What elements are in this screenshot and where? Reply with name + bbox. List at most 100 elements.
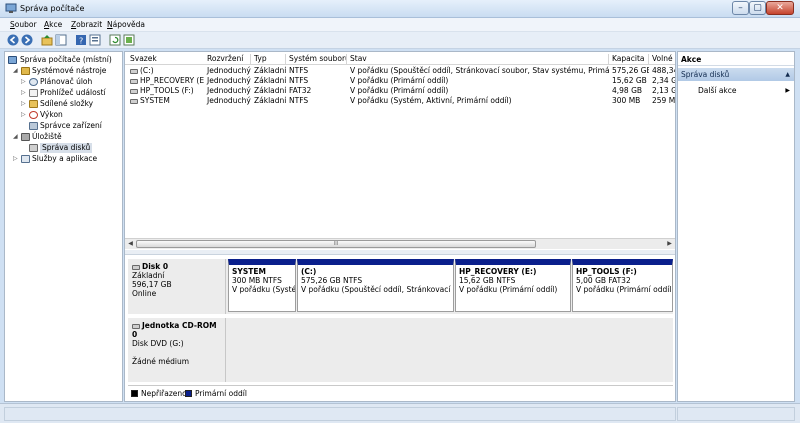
tree-label: Služby a aplikace [32,154,98,163]
menu-help[interactable]: Nápověda [107,20,145,29]
column-header-capacity[interactable]: Kapacita [609,54,649,64]
up-folder-icon[interactable] [41,34,53,46]
file-system-cell: NTFS [289,96,309,105]
menu-bar: Soubor Akce Zobrazit Nápověda [0,18,800,32]
actions-pane: Akce Správa disků ▲ Další akce ▶ [677,51,795,402]
layout-cell: Jednoduchý [207,76,251,85]
forward-arrow-icon[interactable] [21,34,33,46]
help-icon[interactable]: ? [75,34,87,46]
submenu-arrow-icon: ▶ [785,87,790,94]
collapse-up-icon[interactable]: ▲ [785,68,790,81]
expand-icon[interactable]: ▷ [21,88,27,98]
computer-management-icon [5,3,17,13]
free-space-cell: 2,13 GE [652,86,675,95]
volume-name: HP_RECOVERY (E:) [140,76,205,85]
partition-size: 5,00 GB FAT32 [576,276,631,285]
computer-management-icon [8,56,17,64]
scroll-thumb[interactable]: III [136,240,536,248]
drive-icon [130,68,138,74]
pane-splitter[interactable] [125,250,675,255]
partition-hp-tools[interactable]: HP_TOOLS (F:) 5,00 GB FAT32 V pořádku (P… [572,259,673,312]
volume-name: HP_TOOLS (F:) [140,86,194,95]
type-cell: Základní [254,76,286,85]
table-row[interactable]: HP_RECOVERY (E:) Jednoduchý Základní NTF… [125,76,675,86]
column-header-free-space[interactable]: Volné m [649,54,675,64]
disk-management-pane: Svazek Rozvržení Typ Systém souborů Stav… [124,51,676,402]
disk-size: 596,17 GB [132,280,172,289]
back-arrow-icon[interactable] [7,34,19,46]
menu-view[interactable]: Zobrazit [71,20,102,29]
disk-name: Jednotka CD-ROM 0 [132,321,217,339]
status-cell: V pořádku (Primární oddíl) [350,86,449,95]
cdrom-info[interactable]: Jednotka CD-ROM 0 Disk DVD (G:) Žádné mé… [128,318,226,382]
actions-section-disk-management[interactable]: Správa disků ▲ [678,68,794,81]
expand-icon[interactable]: ▷ [21,77,27,87]
show-tree-icon[interactable] [55,34,67,46]
scroll-left-icon[interactable]: ◀ [126,240,135,248]
expand-icon[interactable]: ▷ [13,154,19,164]
drive-icon [130,78,138,84]
capacity-cell: 4,98 GB [612,86,643,95]
shared-folder-icon [29,100,38,108]
scroll-right-icon[interactable]: ▶ [665,240,674,248]
collapse-icon[interactable]: ◢ [13,66,19,76]
partition-system[interactable]: SYSTEM 300 MB NTFS V pořádku (Systém [228,259,296,312]
column-header-file-system[interactable]: Systém souborů [286,54,347,64]
volume-cell: SYSTEM [127,96,205,106]
primary-swatch [185,390,192,397]
file-system-cell: NTFS [289,66,309,75]
table-row[interactable]: HP_TOOLS (F:) Jednoduchý Základní FAT32 … [125,86,675,96]
legend: Nepřiřazeno Primární oddíl [128,385,673,399]
horizontal-scrollbar[interactable]: ◀ III ▶ [125,238,675,249]
volume-cell: (C:) [127,66,205,76]
tools-icon [21,67,30,75]
disk-name: Disk 0 [142,262,169,271]
status-cell: V pořádku (Primární oddíl) [350,76,449,85]
refresh-icon[interactable] [109,34,121,46]
table-row[interactable]: SYSTEM Jednoduchý Základní NTFS V pořádk… [125,96,675,106]
menu-action[interactable]: Akce [44,20,62,29]
more-actions[interactable]: Další akce ▶ [696,84,794,97]
tree-label: Správa disků [40,143,93,153]
table-row[interactable]: (C:) Jednoduchý Základní NTFS V pořádku … [125,66,675,76]
navigation-tree: Správa počítače (místní) ◢ Systémové nás… [4,51,123,402]
tree-label: Správce zařízení [40,121,102,130]
partition-size: 300 MB NTFS [232,276,282,285]
partition-c[interactable]: (C:) 575,26 GB NTFS V pořádku (Spouštěcí… [297,259,454,312]
expand-icon[interactable]: ▷ [21,99,27,109]
export-icon[interactable] [123,34,135,46]
close-button[interactable]: ✕ [766,1,794,15]
column-header-layout[interactable]: Rozvržení [204,54,251,64]
partition-status: V pořádku (Primární oddíl) [576,285,673,294]
tree-label: Plánovač úloh [40,77,93,86]
disk-type: Základní [132,271,165,280]
partition-hp-recovery[interactable]: HP_RECOVERY (E:) 15,62 GB NTFS V pořádku… [455,259,571,312]
minimize-button[interactable]: – [732,1,749,15]
volume-name: SYSTEM [140,96,170,105]
partition-name: HP_TOOLS (F:) [576,267,637,276]
column-header-status[interactable]: Stav [347,54,609,64]
type-cell: Základní [254,66,286,75]
partition-size: 575,26 GB NTFS [301,276,363,285]
layout-cell: Jednoduchý [207,66,251,75]
disk-status: Online [132,289,157,298]
unallocated-swatch [131,390,138,397]
disk-0-row: Disk 0 Základní 596,17 GB Online SYSTEM … [128,259,673,314]
properties-icon[interactable] [89,34,101,46]
collapse-icon[interactable]: ◢ [13,132,19,142]
legend-primary: Primární oddíl [195,389,247,398]
hard-disk-icon [132,264,140,270]
disk-management-icon [29,144,38,152]
disk-0-info[interactable]: Disk 0 Základní 596,17 GB Online [128,259,226,314]
menu-file[interactable]: Soubor [10,20,37,29]
expand-icon[interactable]: ▷ [21,110,27,120]
column-header-type[interactable]: Typ [251,54,286,64]
storage-icon [21,133,30,141]
more-actions-label: Další akce [698,86,737,95]
header-divider [125,64,675,65]
capacity-cell: 575,26 GB [612,66,649,75]
status-bar [0,403,800,423]
column-header-volume[interactable]: Svazek [127,54,205,64]
maximize-button[interactable]: ▢ [749,1,766,15]
drive-icon [130,98,138,104]
